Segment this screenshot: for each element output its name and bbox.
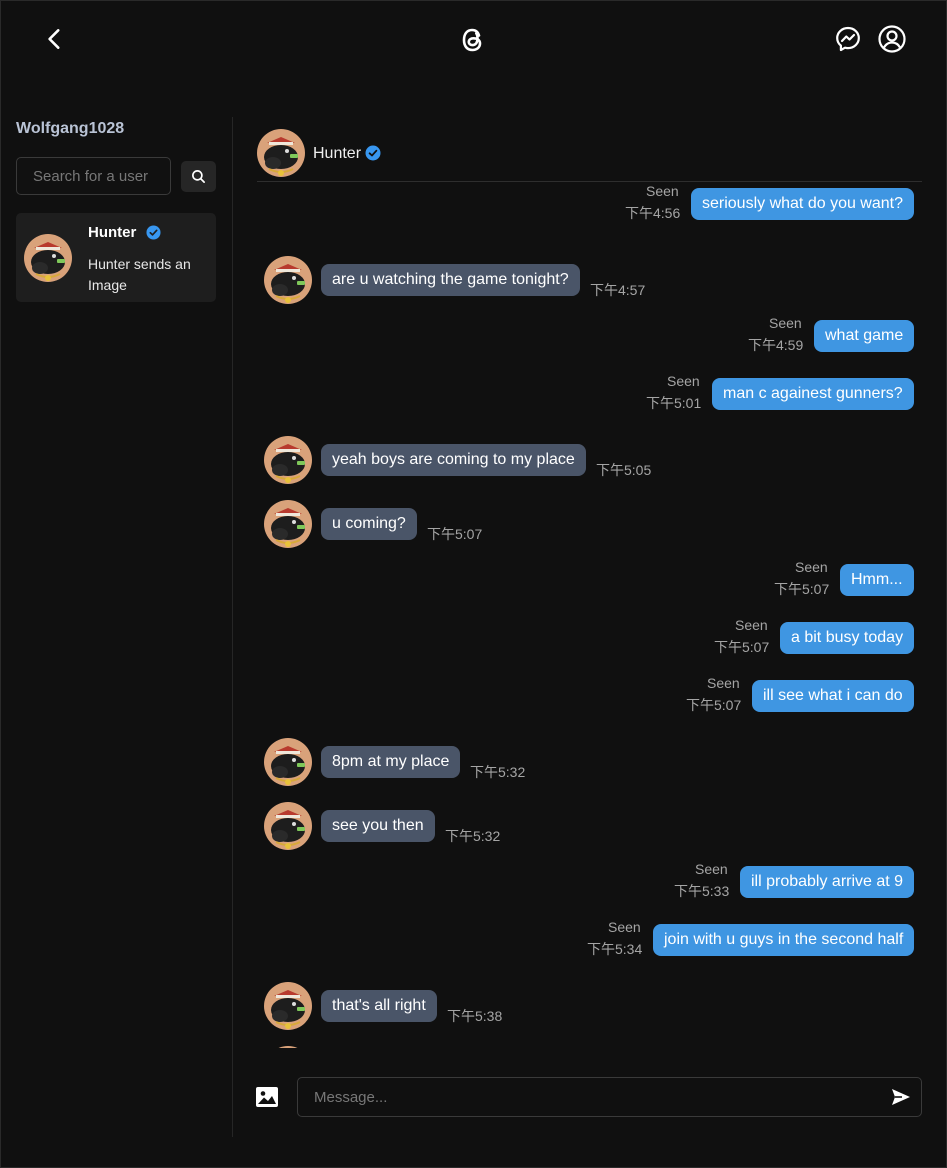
- user-circle-icon[interactable]: [877, 24, 907, 54]
- message-bubble[interactable]: seriously what do you want?: [691, 188, 914, 220]
- message-bubble[interactable]: what game: [814, 320, 915, 352]
- message-list[interactable]: seriously what do you want? Seen 下午4:56 ar…: [250, 182, 930, 1048]
- conversation-name: Hunter: [88, 224, 137, 241]
- sender-avatar: [264, 500, 312, 548]
- message-timestamp: 下午5:33: [674, 883, 730, 899]
- message-timestamp: 下午5:34: [587, 941, 643, 957]
- message-bubble[interactable]: a bit busy today: [780, 622, 915, 654]
- message-timestamp: 下午5:32: [470, 764, 526, 780]
- threads-logo-icon[interactable]: [457, 24, 489, 56]
- seen-status: Seen: [707, 675, 740, 691]
- sender-avatar: [264, 436, 312, 484]
- sender-avatar: [264, 738, 312, 786]
- message-timestamp: 下午5:01: [646, 395, 702, 411]
- message-bubble[interactable]: ill see what i can do: [752, 680, 914, 712]
- seen-status: Seen: [667, 373, 700, 389]
- message-bubble[interactable]: Hmm...: [840, 564, 914, 596]
- contact-avatar[interactable]: [257, 129, 305, 177]
- message-timestamp: 下午5:32: [445, 828, 501, 844]
- message-bubble[interactable]: are u watching the game tonight?: [321, 264, 580, 296]
- current-username: Wolfgang1028: [16, 120, 125, 137]
- user-search-field[interactable]: [16, 157, 171, 195]
- message-timestamp: 下午5:07: [686, 697, 742, 713]
- message-bubble[interactable]: join with u guys in the second half: [653, 924, 915, 956]
- sender-avatar: [264, 802, 312, 850]
- message-bubble[interactable]: u coming?: [321, 508, 417, 540]
- conversation-preview: Hunter sends an Image: [88, 256, 191, 293]
- conversation-item[interactable]: Hunter Hunter sends an Image: [16, 213, 216, 302]
- search-icon: [192, 170, 205, 183]
- message-timestamp: 下午5:05: [596, 462, 652, 478]
- message-timestamp: 下午4:59: [748, 337, 804, 353]
- message-timestamp: 下午5:07: [714, 639, 770, 655]
- verified-badge-icon: [146, 225, 161, 240]
- sender-avatar: [264, 982, 312, 1030]
- seen-status: Seen: [735, 617, 768, 633]
- seen-status: Seen: [695, 861, 728, 877]
- send-icon[interactable]: [890, 1087, 912, 1107]
- message-timestamp: 下午4:56: [625, 205, 681, 221]
- avatar: [24, 234, 72, 282]
- message-bubble[interactable]: ill probably arrive at 9: [740, 866, 915, 898]
- message-timestamp: 下午5:07: [427, 526, 483, 542]
- message-timestamp: 下午5:38: [447, 1008, 503, 1024]
- sender-avatar: [264, 256, 312, 304]
- seen-status: Seen: [646, 183, 679, 199]
- message-bubble[interactable]: yeah boys are coming to my place: [321, 444, 586, 476]
- sidebar-divider: [232, 117, 233, 1137]
- message-bubble[interactable]: man c againest gunners?: [712, 378, 914, 410]
- message-bubble[interactable]: that's all right: [321, 990, 437, 1022]
- sender-avatar: [264, 1046, 312, 1048]
- seen-status: Seen: [795, 559, 828, 575]
- chevron-left-icon[interactable]: [42, 26, 68, 52]
- seen-status: Seen: [608, 919, 641, 935]
- message-input[interactable]: [298, 1078, 921, 1116]
- messenger-icon[interactable]: [834, 25, 862, 53]
- contact-name: Hunter: [313, 145, 362, 162]
- message-bubble[interactable]: see you then: [321, 810, 435, 842]
- message-timestamp: 下午4:57: [590, 282, 646, 298]
- image-upload-icon[interactable]: [256, 1087, 278, 1107]
- message-field[interactable]: [297, 1077, 922, 1117]
- seen-status: Seen: [769, 315, 802, 331]
- message-bubble[interactable]: 8pm at my place: [321, 746, 461, 778]
- search-button[interactable]: [181, 161, 216, 192]
- message-timestamp: 下午5:07: [774, 581, 830, 597]
- verified-badge-icon: [365, 145, 381, 161]
- user-search-input[interactable]: [17, 158, 170, 194]
